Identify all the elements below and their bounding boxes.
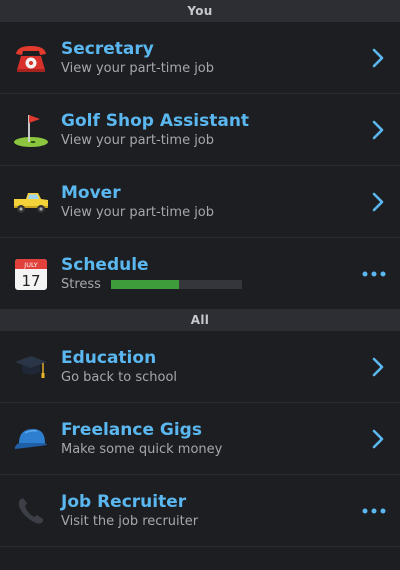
more-options-icon[interactable] xyxy=(361,507,387,515)
schedule-row[interactable]: JULY 17 Schedule Stress xyxy=(0,238,400,309)
golf-flag-icon xyxy=(12,111,50,149)
section-header-you: You xyxy=(0,0,400,22)
cap-icon xyxy=(12,420,50,458)
graduation-cap-icon xyxy=(12,348,50,386)
option-title: Education xyxy=(61,347,157,368)
option-row-job-recruiter[interactable]: Job Recruiter Visit the job recruiter xyxy=(0,475,400,547)
section-header-all: All xyxy=(0,309,400,331)
option-title: Freelance Gigs xyxy=(61,419,202,440)
job-title: Mover xyxy=(61,182,121,203)
option-subtitle: Visit the job recruiter xyxy=(61,513,199,529)
calendar-icon: JULY 17 xyxy=(12,255,50,293)
stress-bar-fill xyxy=(110,280,180,289)
job-row-mover[interactable]: Mover View your part-time job xyxy=(0,166,400,238)
schedule-title: Schedule xyxy=(61,254,149,275)
calendar-day: 17 xyxy=(21,272,40,290)
stress-label: Stress xyxy=(61,276,101,292)
chevron-right-icon[interactable] xyxy=(370,191,386,213)
chevron-right-icon[interactable] xyxy=(370,47,386,69)
more-options-icon[interactable] xyxy=(361,270,387,278)
chevron-right-icon[interactable] xyxy=(370,356,386,378)
occupation-screen: You Secretary View your part-time job Go… xyxy=(0,0,400,570)
telephone-icon xyxy=(12,39,50,77)
option-row-education[interactable]: Education Go back to school xyxy=(0,331,400,403)
job-title: Secretary xyxy=(61,38,154,59)
truck-icon xyxy=(12,183,50,221)
job-subtitle: View your part-time job xyxy=(61,132,215,148)
job-subtitle: View your part-time job xyxy=(61,204,215,220)
job-row-golf-shop-assistant[interactable]: Golf Shop Assistant View your part-time … xyxy=(0,94,400,166)
calendar-month: JULY xyxy=(23,261,37,269)
chevron-right-icon[interactable] xyxy=(370,428,386,450)
option-subtitle: Go back to school xyxy=(61,369,178,385)
job-row-secretary[interactable]: Secretary View your part-time job xyxy=(0,22,400,94)
phone-receiver-icon xyxy=(12,492,50,530)
option-subtitle: Make some quick money xyxy=(61,441,223,457)
chevron-right-icon[interactable] xyxy=(370,119,386,141)
option-row-freelance-gigs[interactable]: Freelance Gigs Make some quick money xyxy=(0,403,400,475)
stress-meter: Stress xyxy=(61,276,242,294)
job-subtitle: View your part-time job xyxy=(61,60,215,76)
job-title: Golf Shop Assistant xyxy=(61,110,250,131)
option-title: Job Recruiter xyxy=(61,491,187,512)
stress-bar xyxy=(110,280,242,289)
